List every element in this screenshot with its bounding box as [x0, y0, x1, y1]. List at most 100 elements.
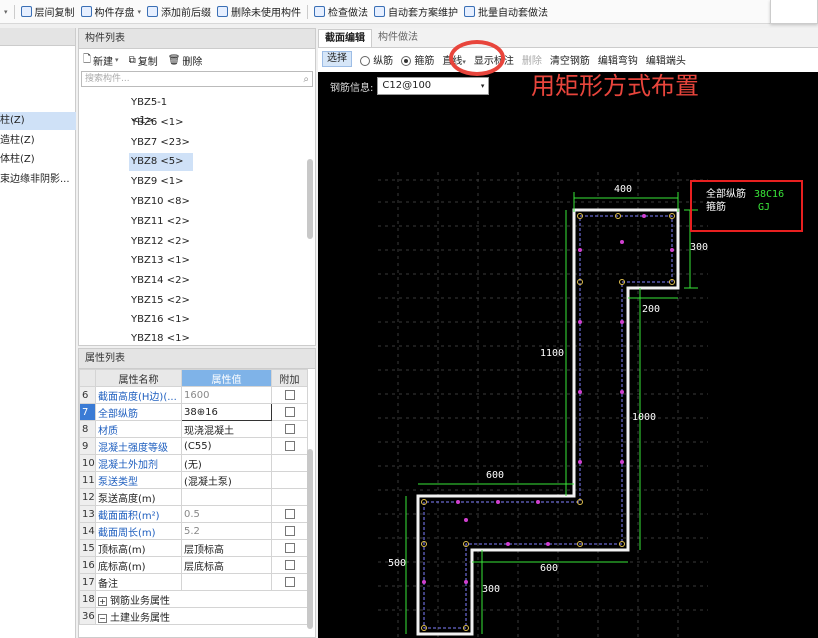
component-search-input[interactable]: 搜索构件... ⌕ [81, 71, 313, 87]
dim-label-400: 400 [614, 184, 633, 195]
property-list-title: 属性列表 [79, 349, 315, 369]
tab-component-method[interactable]: 构件做法 [372, 29, 424, 47]
tree-item-constructional-column[interactable]: 造柱(Z) [0, 132, 76, 150]
append-checkbox[interactable] [284, 576, 295, 587]
list-item[interactable]: YBZ15 <2> [129, 292, 193, 310]
table-row[interactable]: 36− 土建业务属性 [79, 607, 308, 625]
list-scrollbar[interactable] [307, 159, 313, 239]
header-value: 属性值 [181, 369, 272, 387]
chevron-down-icon: ▾ [137, 7, 142, 16]
list-item[interactable]: YBZ6 <1> [129, 114, 193, 132]
radio-selected-icon [401, 55, 412, 66]
add-prefix-suffix-button[interactable]: 添加前后缀 [147, 4, 211, 19]
append-checkbox[interactable] [284, 559, 295, 570]
tree-item-edge-column[interactable]: 束边缘非阴影... [0, 171, 76, 189]
list-item[interactable]: YBZ12 <2> [129, 233, 193, 251]
annotation-text: 用矩形方式布置 [531, 72, 699, 100]
collapse-icon[interactable]: − [98, 613, 107, 623]
clear-rebar-button[interactable]: 清空钢筋 [550, 52, 590, 67]
select-button[interactable]: 选择 [322, 51, 352, 67]
list-item[interactable]: YBZ14 <2> [129, 272, 193, 290]
batch-icon [464, 6, 476, 17]
batch-auto-button[interactable]: 批量自动套做法 [464, 4, 548, 19]
search-icon: ⌕ [303, 74, 309, 85]
list-item-selected[interactable]: YBZ8 <5> [129, 153, 193, 171]
table-row[interactable]: 14 截面周长(m) 5.2 [79, 522, 308, 540]
delete-rebar-button[interactable]: 删除 [522, 52, 542, 67]
editor-tabs: 截面编辑 构件做法 [318, 28, 818, 48]
property-table: 属性名称 属性值 附加 6 截面高度(H边)(... 1600 7 全部纵筋 38⊕16… [79, 369, 308, 625]
copy-icon: ⧉ [128, 54, 136, 66]
radio-icon [360, 55, 370, 66]
table-row[interactable]: 13 截面面积(m²) 0.5 [79, 505, 308, 523]
append-checkbox[interactable] [284, 508, 295, 519]
intermediate-bars [422, 214, 674, 584]
longitudinal-radio[interactable]: 纵筋 [360, 52, 393, 67]
new-button[interactable]: 🗋 新建 ▾ [83, 52, 119, 69]
check-icon [314, 6, 326, 17]
table-row[interactable]: 7 全部纵筋 38⊕16 [79, 403, 308, 421]
table-row[interactable]: 10 混凝土外加剂 (无) [79, 454, 308, 472]
dim-label-300-lower: 300 [482, 584, 501, 595]
table-row[interactable]: 15 顶标高(m) 层顶标高 [79, 539, 308, 557]
section-editor-panel: 截面编辑 构件做法 选择 纵筋 箍筋 直线▾ 显示标注 删除 清空钢筋 编辑弯钩… [318, 28, 818, 638]
auto-scheme-button[interactable]: 自动套方案维护 [374, 4, 458, 19]
property-scrollbar[interactable] [307, 449, 313, 629]
table-row[interactable]: 12 泵送高度(m) [79, 488, 308, 506]
table-row[interactable]: 17 备注 [79, 573, 308, 591]
append-checkbox[interactable] [284, 542, 295, 553]
tree-item-masonry-column[interactable]: 体柱(Z) [0, 151, 76, 169]
value-editor[interactable]: 38⊕16 [181, 403, 272, 421]
new-file-icon: 🗋 [83, 53, 92, 65]
delete-unused-button[interactable]: 删除未使用构件 [217, 4, 301, 19]
list-item[interactable]: YBZ10 <8> [129, 193, 193, 211]
append-checkbox[interactable] [284, 389, 295, 400]
add-icon [147, 6, 159, 17]
table-row[interactable]: 9 混凝土强度等级 (C55) [79, 437, 308, 455]
tree-item-column[interactable]: 柱(Z) [0, 112, 76, 130]
expand-icon[interactable]: + [98, 596, 107, 606]
scheme-icon [374, 6, 386, 17]
append-checkbox[interactable] [284, 440, 295, 451]
list-item[interactable]: YBZ18 <1> [129, 330, 193, 348]
top-toolbar: ▾ 层间复制 构件存盘 ▾ 添加前后缀 删除未使用构件 检查做法 自动套方案维护 … [0, 0, 818, 24]
list-item[interactable]: YBZ11 <2> [129, 213, 193, 231]
tab-section-edit[interactable]: 截面编辑 [318, 29, 372, 47]
component-list-title: 构件列表 [79, 29, 315, 49]
delete-button[interactable]: 🗑 删除 [168, 53, 203, 68]
highlight-circle [449, 40, 505, 76]
list-item[interactable]: YBZ7 <23> [129, 134, 193, 152]
list-item[interactable]: YBZ9 <1> [129, 173, 193, 191]
stirrup-radio[interactable]: 箍筋 [401, 52, 434, 67]
dim-label-500: 500 [388, 558, 407, 569]
check-method-button[interactable]: 检查做法 [314, 4, 368, 19]
append-checkbox[interactable] [284, 406, 295, 417]
section-drawing [378, 172, 708, 638]
list-item[interactable]: YBZ16 <1> [129, 311, 193, 329]
dim-label-200: 200 [642, 304, 661, 315]
edit-hook-button[interactable]: 编辑弯钩 [598, 52, 638, 67]
table-row[interactable]: 6 截面高度(H边)(... 1600 [79, 386, 308, 404]
list-item[interactable]: YBZ5-1 <1> [129, 94, 193, 126]
drawing-canvas[interactable]: 钢筋信息: C12@100 ▾ 400 300 200 1100 1000 60… [318, 72, 818, 638]
append-checkbox[interactable] [284, 525, 295, 536]
left-panel-header [0, 28, 75, 46]
edit-end-button[interactable]: 编辑端头 [646, 52, 686, 67]
append-checkbox[interactable] [284, 423, 295, 434]
save-component-button[interactable]: 构件存盘 ▾ [80, 4, 142, 19]
chevron-down-icon: ▾ [115, 56, 119, 64]
table-row[interactable]: 11 泵送类型 (混凝土泵) [79, 471, 308, 489]
header-name: 属性名称 [95, 369, 182, 387]
copy-button[interactable]: ⧉ 复制 [129, 53, 158, 68]
table-row[interactable]: 8 材质 现浇混凝土 [79, 420, 308, 438]
floor-copy-button[interactable]: 层间复制 [20, 4, 75, 19]
table-row[interactable]: 18 + 钢筋业务属性 [79, 590, 308, 608]
property-header-row: 属性名称 属性值 附加 [79, 369, 308, 387]
left-tree-panel: 柱(Z) 造柱(Z) 体柱(Z) 束边缘非阴影... [0, 28, 76, 638]
dim-label-600-lower: 600 [540, 563, 559, 574]
dropdown-caret-icon[interactable]: ▾ [4, 8, 8, 16]
toolbar-divider [307, 4, 309, 19]
rebar-legend: 全部纵筋 38C16 箍筋 GJ [690, 180, 803, 232]
table-row[interactable]: 16 底标高(m) 层底标高 [79, 556, 308, 574]
list-item[interactable]: YBZ13 <1> [129, 252, 193, 270]
